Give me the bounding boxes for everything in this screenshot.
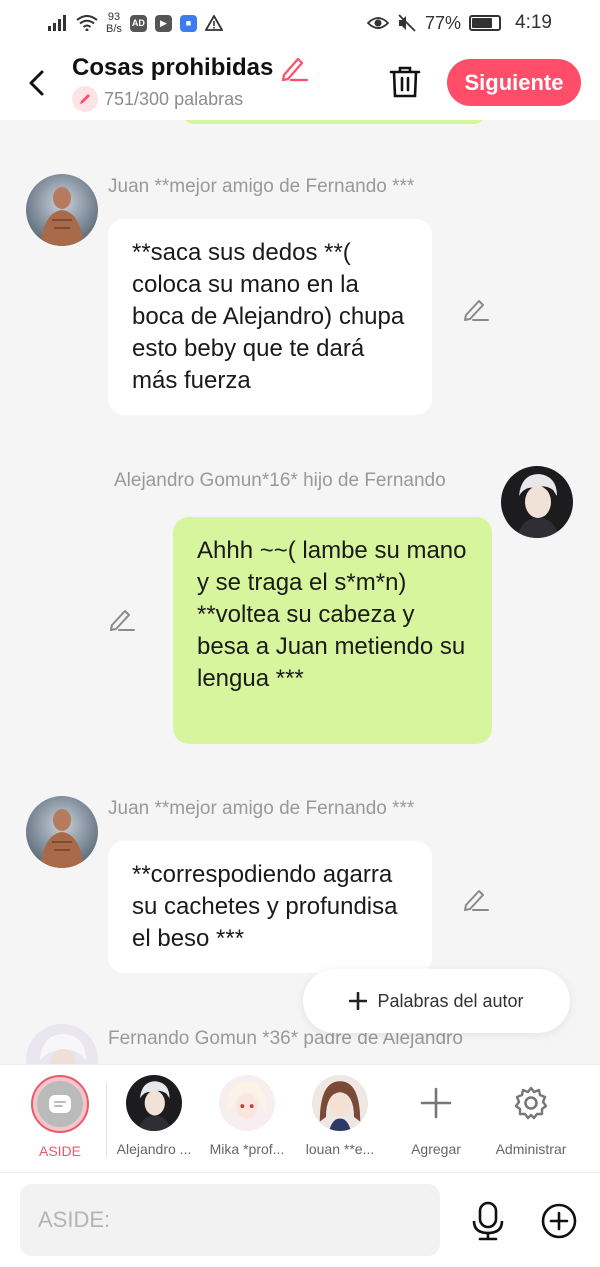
aside-avatar bbox=[31, 1075, 89, 1133]
chat-area[interactable]: Juan **mejor amigo de Fernando *** **sac… bbox=[0, 120, 600, 1064]
header: Cosas prohibidas 751/300 palabras Siguie… bbox=[0, 46, 600, 120]
edit-icon[interactable] bbox=[462, 295, 490, 323]
manage-button[interactable]: Administrar bbox=[491, 1075, 571, 1157]
author-words-label: Palabras del autor bbox=[377, 990, 524, 1011]
battery-icon bbox=[469, 15, 502, 31]
story-title-row[interactable]: Cosas prohibidas bbox=[72, 54, 309, 82]
title-area: Cosas prohibidas 751/300 palabras bbox=[72, 54, 309, 112]
next-button[interactable]: Siguiente bbox=[447, 59, 581, 106]
word-count-row: 751/300 palabras bbox=[72, 86, 309, 112]
back-icon[interactable] bbox=[22, 68, 52, 98]
wifi-icon bbox=[76, 15, 98, 31]
message-input[interactable] bbox=[20, 1184, 440, 1256]
message-icon bbox=[49, 1095, 71, 1113]
word-count: 751/300 palabras bbox=[104, 88, 244, 109]
warning-icon bbox=[204, 15, 223, 31]
character-label: ASIDE bbox=[38, 1143, 81, 1159]
edit-icon[interactable] bbox=[462, 885, 490, 913]
author-words-button[interactable]: Palabras del autor bbox=[303, 969, 570, 1033]
character-louan[interactable]: louan **e... bbox=[300, 1075, 380, 1157]
ad-icon: AD bbox=[129, 14, 147, 32]
avatar-mika bbox=[219, 1075, 275, 1131]
previous-message-bubble bbox=[182, 120, 486, 124]
add-circle-icon[interactable] bbox=[540, 1202, 578, 1240]
avatar-alejandro bbox=[126, 1075, 182, 1131]
manage-label: Administrar bbox=[495, 1141, 567, 1157]
input-bar bbox=[0, 1172, 600, 1267]
character-label: Mika *prof... bbox=[209, 1141, 285, 1157]
trash-icon[interactable] bbox=[388, 64, 422, 100]
gear-icon bbox=[503, 1075, 559, 1131]
signal-icon bbox=[48, 15, 66, 31]
microphone-icon[interactable] bbox=[470, 1201, 506, 1241]
speaker-name: Juan **mejor amigo de Fernando *** bbox=[108, 798, 415, 819]
avatar-louan bbox=[312, 1075, 368, 1131]
pencil-icon[interactable] bbox=[279, 54, 309, 82]
battery-percent: 77% bbox=[424, 12, 462, 33]
character-aside[interactable]: ASIDE bbox=[20, 1075, 100, 1159]
character-alejandro[interactable]: Alejandro ... bbox=[114, 1075, 194, 1157]
eye-icon bbox=[366, 17, 389, 29]
add-character-button[interactable]: Agregar bbox=[396, 1075, 476, 1157]
avatar-juan[interactable] bbox=[26, 174, 98, 246]
edit-icon[interactable] bbox=[108, 605, 136, 633]
divider bbox=[106, 1083, 107, 1157]
character-label: Alejandro ... bbox=[116, 1141, 192, 1157]
plus-icon bbox=[349, 992, 368, 1010]
speaker-name: Juan **mejor amigo de Fernando *** bbox=[108, 176, 415, 197]
mute-icon bbox=[398, 14, 416, 32]
message-bubble[interactable]: **saca sus dedos **( coloca su mano en l… bbox=[108, 219, 432, 415]
story-title: Cosas prohibidas bbox=[72, 54, 274, 81]
pen-badge-icon bbox=[72, 86, 98, 112]
avatar-alejandro[interactable] bbox=[501, 466, 573, 538]
message-bubble[interactable]: **correspodiendo agarra su cachetes y pr… bbox=[108, 841, 432, 973]
avatar-juan[interactable] bbox=[26, 796, 98, 868]
play-icon: ▶ bbox=[154, 14, 172, 32]
character-bar: ASIDE Alejandro ... Mika *prof... louan … bbox=[0, 1064, 600, 1172]
add-label: Agregar bbox=[411, 1141, 461, 1157]
plus-icon bbox=[408, 1075, 464, 1131]
message-bubble[interactable]: Ahhh ~~( lambe su mano y se traga el s*m… bbox=[173, 517, 492, 744]
speaker-name: Alejandro Gomun*16* hijo de Fernando bbox=[114, 470, 446, 491]
character-mika[interactable]: Mika *prof... bbox=[207, 1075, 287, 1157]
clock: 4:19 bbox=[515, 12, 552, 33]
avatar-fernando[interactable] bbox=[26, 1024, 98, 1064]
net-speed: 93 B/s bbox=[106, 11, 122, 35]
status-bar: 93 B/s AD ▶ ■ 77% 4:19 bbox=[0, 0, 600, 46]
shield-app-icon: ■ bbox=[179, 14, 197, 32]
character-label: louan **e... bbox=[305, 1141, 375, 1157]
